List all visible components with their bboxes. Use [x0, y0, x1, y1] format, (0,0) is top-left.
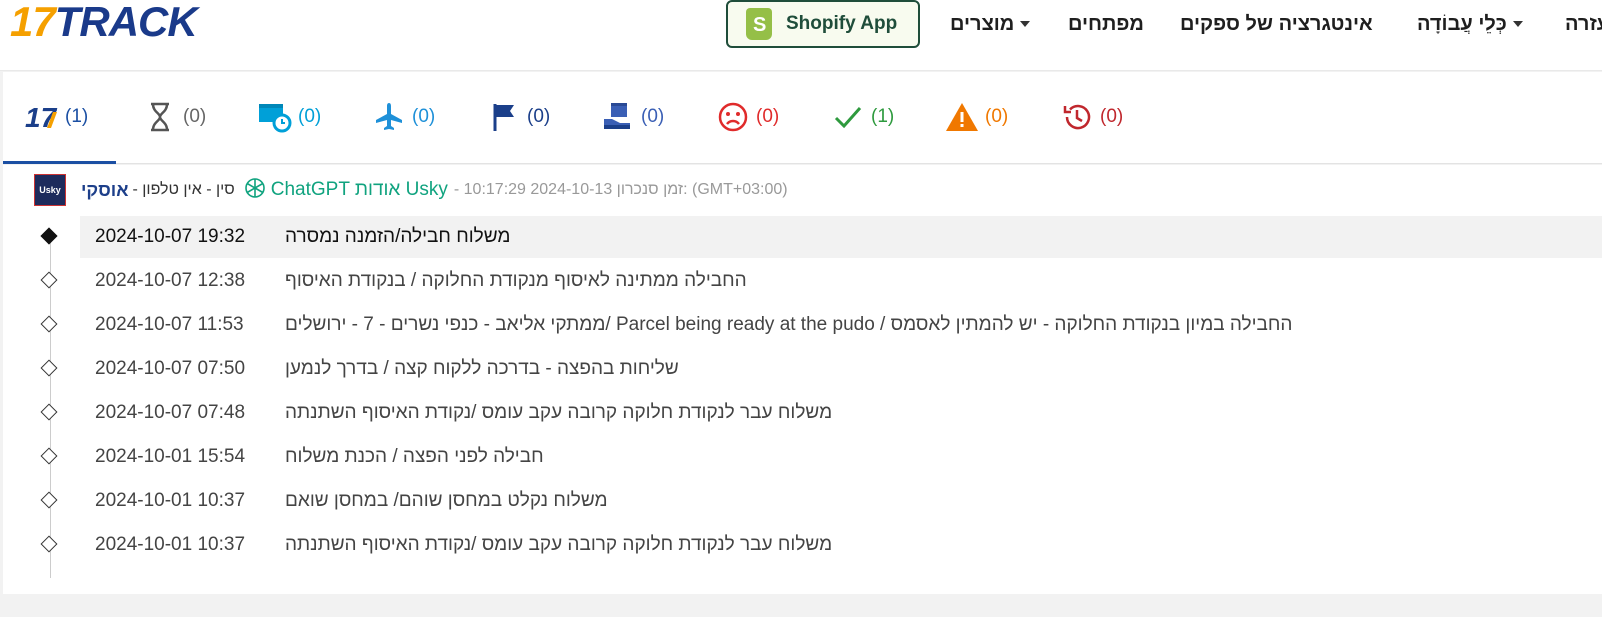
timeline-event: 2024-10-07 19:32 משלוח חבילה/הזמנה נמסרה: [40, 216, 1602, 258]
event-description: חבילה לפני הפצה / הכנת משלוח: [285, 446, 544, 467]
event-description: ממתקי אליאב - כנפי נשרים - 7 - ירושלים/ …: [285, 314, 1293, 335]
event-time: 2024-10-07 12:38: [95, 270, 246, 291]
nav-tools[interactable]: כְּלֵי עֲבוֹדָה: [1417, 10, 1529, 38]
tab-undelivered-count: (0): [756, 106, 780, 127]
tab-info-received-count: (0): [298, 106, 322, 127]
tab-not-found-count: (0): [183, 106, 207, 127]
warning-triangle-icon: [945, 100, 979, 134]
timeline-event: 2024-10-07 11:53 ממתקי אליאב - כנפי נשרי…: [40, 304, 1602, 346]
tab-alert[interactable]: (0): [945, 100, 1008, 134]
carrier-meta: - סין - אין טלפון: [132, 181, 235, 198]
logo-number: 17: [10, 0, 56, 45]
top-header: 17 TRACK Shopify App מוצרים מפתחים אינטג…: [0, 0, 1602, 71]
nav-help-label: עזרה: [1565, 12, 1602, 35]
checkmark-icon: [831, 100, 865, 134]
tab-pick-up[interactable]: (0): [487, 100, 550, 134]
event-time: 2024-10-01 10:37: [95, 490, 246, 511]
timeline-event: 2024-10-01 15:54 חבילה לפני הפצה / הכנת …: [40, 436, 1602, 478]
tab-undelivered[interactable]: (0): [716, 100, 779, 134]
event-time: 2024-10-07 07:50: [95, 358, 246, 379]
airplane-icon: [372, 100, 406, 134]
nav-developers[interactable]: מפתחים: [1068, 10, 1144, 38]
nav-developers-label: מפתחים: [1068, 12, 1144, 35]
carrier-info: Usky אוסקי - סין - אין טלפון ChatGPT אוד…: [34, 174, 788, 206]
event-time: 2024-10-07 19:32: [95, 226, 246, 247]
diamond-icon: [40, 535, 58, 553]
carrier-name[interactable]: אוסקי: [81, 180, 128, 201]
tab-delivered-count: (1): [871, 106, 895, 127]
nav-help[interactable]: עזרה: [1565, 10, 1602, 38]
17track-logo[interactable]: 17 TRACK: [10, 0, 198, 45]
event-description: משלוח עבר לנקודת חלוקה קרובה עקב עומס /נ…: [285, 402, 833, 423]
chatgpt-about-link[interactable]: ChatGPT אודות Usky: [271, 179, 448, 201]
page-footer-gap: [0, 594, 1602, 617]
tab-out-for-delivery-count: (0): [641, 106, 665, 127]
delivery-hand-icon: [601, 100, 635, 134]
diamond-icon: [40, 315, 58, 333]
event-time: 2024-10-01 15:54: [95, 446, 246, 467]
nav-integration-label: אינטגרציה של ספקים: [1180, 12, 1373, 35]
tracking-details: Usky אוסקי - סין - אין טלפון ChatGPT אוד…: [3, 165, 1602, 594]
timeline-event: 2024-10-01 10:37 משלוח עבר לנקודת חלוקה …: [40, 524, 1602, 566]
shopify-app-button[interactable]: Shopify App: [726, 0, 920, 48]
chevron-down-icon: [1512, 21, 1523, 27]
carrier-logo: Usky: [34, 174, 66, 206]
active-tab-indicator: [3, 161, 116, 164]
status-tabs: 17 (1) (0) (0) (0) (0) (0) (0) (1) (0) (…: [3, 72, 1602, 164]
event-time: 2024-10-07 11:53: [95, 314, 244, 335]
tab-out-for-delivery[interactable]: (0): [601, 100, 664, 134]
history-clock-icon: [1060, 100, 1094, 134]
event-description: משלוח עבר לנקודת חלוקה קרובה עקב עומס /נ…: [285, 534, 833, 555]
tab-expired-count: (0): [1100, 106, 1124, 127]
sync-time: - 10:17:29 2024-10-13 זמן סנכרון: (GMT+0…: [453, 181, 788, 198]
sad-face-icon: [716, 100, 750, 134]
diamond-icon: [40, 403, 58, 421]
tab-all[interactable]: 17 (1): [25, 100, 88, 134]
diamond-icon: [40, 491, 58, 509]
timeline-event: 2024-10-07 07:50 שליחות בהפצה - בדרכה לל…: [40, 348, 1602, 390]
nav-products[interactable]: מוצרים: [950, 10, 1036, 38]
event-time: 2024-10-07 07:48: [95, 402, 246, 423]
flag-icon: [487, 100, 521, 134]
package-clock-icon: [258, 100, 292, 134]
nav-integration[interactable]: אינטגרציה של ספקים: [1180, 10, 1373, 38]
event-description: משלוח חבילה/הזמנה נמסרה: [285, 226, 511, 247]
tab-in-transit-count: (0): [412, 106, 436, 127]
event-description: החבילה ממתינה לאיסוף מנקודת החלוקה / בנק…: [285, 270, 747, 291]
tab-not-found[interactable]: (0): [143, 100, 206, 134]
nav-tools-label: כְּלֵי עֲבוֹדָה: [1417, 12, 1507, 35]
diamond-icon: [40, 359, 58, 377]
event-description: משלוח נקלט במחסן שוהם/ במחסן שואם: [285, 490, 608, 511]
tab-in-transit[interactable]: (0): [372, 100, 435, 134]
tab-expired[interactable]: (0): [1060, 100, 1123, 134]
chevron-down-icon: [1020, 21, 1031, 27]
timeline-event: 2024-10-07 07:48 משלוח עבר לנקודת חלוקה …: [40, 392, 1602, 434]
tab-info-received[interactable]: (0): [258, 100, 321, 134]
timeline-event: 2024-10-07 12:38 החבילה ממתינה לאיסוף מנ…: [40, 260, 1602, 302]
logo-text: TRACK: [54, 0, 198, 45]
diamond-icon: [40, 227, 58, 245]
tab-all-count: (1): [65, 106, 89, 127]
event-time: 2024-10-01 10:37: [95, 534, 246, 555]
shopify-bag-icon: [746, 8, 772, 40]
chatgpt-icon: [243, 176, 267, 205]
17-logo-icon: 17: [25, 100, 59, 134]
event-description: שליחות בהפצה - בדרכה ללקוח קצה / בדרך לנ…: [285, 358, 679, 379]
tab-delivered[interactable]: (1): [831, 100, 894, 134]
tab-pick-up-count: (0): [527, 106, 551, 127]
diamond-icon: [40, 447, 58, 465]
diamond-icon: [40, 271, 58, 289]
tab-alert-count: (0): [985, 106, 1009, 127]
shopify-app-label: Shopify App: [786, 13, 898, 34]
timeline-event: 2024-10-01 10:37 משלוח נקלט במחסן שוהם/ …: [40, 480, 1602, 522]
nav-products-label: מוצרים: [950, 12, 1015, 35]
hourglass-icon: [143, 100, 177, 134]
